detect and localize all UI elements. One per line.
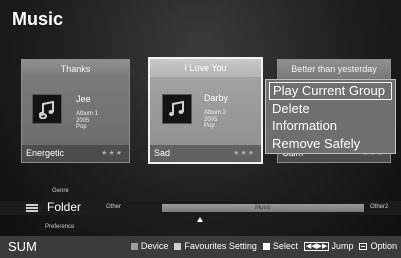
favourites-hint[interactable]: Favourites Setting xyxy=(174,241,257,251)
footer-bar: SUM Device Favourites Setting Select ◀◀▶… xyxy=(0,236,401,258)
card-song-title: I Love You xyxy=(150,59,261,77)
page-title: Music xyxy=(12,9,64,29)
menu-item-delete[interactable]: Delete xyxy=(269,100,392,118)
select-label: Select xyxy=(272,241,298,251)
yellow-key-icon xyxy=(262,242,270,250)
folder-icon xyxy=(26,204,38,212)
skip-icon: ◀◀▶▶ xyxy=(303,241,330,251)
card-meta: Album 2 2005 Pop xyxy=(204,110,226,130)
album-card-i-love-you[interactable]: I Love You Darby Album 2 2005 Pop Sad ★★… xyxy=(148,57,263,164)
option-label: Option xyxy=(370,241,397,251)
favourites-label: Favourites Setting xyxy=(184,241,257,251)
category-right-item[interactable]: Other2 xyxy=(370,204,388,210)
menu-item-information[interactable]: Information xyxy=(269,117,392,135)
tools-icon xyxy=(359,242,368,250)
card-song-title: Thanks xyxy=(22,60,129,78)
rating-stars: ★★★ xyxy=(101,150,123,157)
card-artist: Jee xyxy=(76,94,91,104)
context-menu: Play Current Group Delete Information Re… xyxy=(265,79,396,154)
brand-label: SUM xyxy=(8,239,37,254)
card-album: Album 2 xyxy=(204,110,227,116)
card-song-title: Better than yesterday xyxy=(278,60,390,78)
device-hint[interactable]: Device xyxy=(130,241,169,251)
album-card-thanks[interactable]: Thanks Jee Album 1 2005 Pop Energetic ★★… xyxy=(21,59,130,163)
music-note-icon xyxy=(32,94,62,124)
card-album: Album 1 xyxy=(76,111,99,117)
select-hint[interactable]: Select xyxy=(262,241,298,251)
card-mood-bar: Energetic ★★★ xyxy=(22,145,129,162)
red-key-icon xyxy=(130,242,138,250)
card-meta: Album 1 2005 Pop xyxy=(76,111,98,131)
jump-hint[interactable]: ◀◀▶▶ Jump xyxy=(303,241,354,251)
card-mood: Sad xyxy=(154,148,171,158)
key-hints: Device Favourites Setting Select ◀◀▶▶ Ju… xyxy=(125,241,397,251)
music-note-icon xyxy=(162,94,192,124)
category-bar: Folder Other Music Other2 xyxy=(0,200,401,215)
card-genre: Pop xyxy=(204,123,215,129)
card-mood-bar: Sad ★★★ xyxy=(150,145,261,162)
card-artist: Darby xyxy=(204,93,229,103)
category-above[interactable]: Genre xyxy=(52,188,69,194)
card-genre: Pop xyxy=(76,124,87,130)
category-left-item[interactable]: Other xyxy=(106,204,121,210)
category-below[interactable]: Preference xyxy=(45,224,74,230)
rating-stars: ★★★ xyxy=(233,150,255,157)
jump-label: Jump xyxy=(331,241,354,251)
music-screen: Music Thanks Jee Album 1 2005 Pop Energe… xyxy=(0,0,401,258)
category-center-item[interactable]: Music xyxy=(162,204,364,212)
category-current[interactable]: Folder xyxy=(47,200,81,214)
green-key-icon xyxy=(174,242,182,250)
device-label: Device xyxy=(140,241,169,251)
menu-item-play-current-group[interactable]: Play Current Group xyxy=(269,82,392,100)
option-hint[interactable]: Option xyxy=(359,241,397,251)
menu-item-remove-safely[interactable]: Remove Safely xyxy=(269,135,392,153)
position-pointer-icon xyxy=(197,217,203,222)
card-mood: Energetic xyxy=(26,148,65,158)
